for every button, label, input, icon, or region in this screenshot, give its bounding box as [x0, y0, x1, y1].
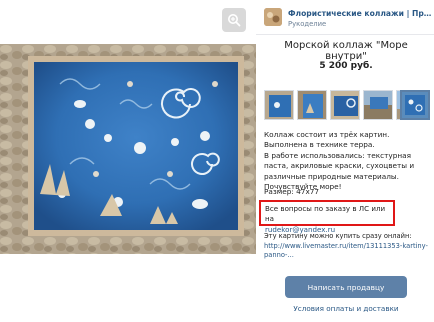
thumbnail-1[interactable]: [264, 90, 294, 120]
buy-online-note: Эту картину можно купить сразу онлайн: h…: [264, 232, 430, 261]
product-description: Коллаж состоит из трёх картин. Выполнена…: [264, 130, 428, 192]
header-divider: [256, 34, 434, 35]
contact-highlight-box: Все вопросы по заказу в ЛС или на rudeko…: [259, 200, 395, 234]
zoom-in-icon: [228, 14, 241, 27]
product-title: Морской коллаж "Море внутри": [284, 40, 408, 62]
product-size: Размер: 47х77: [264, 187, 320, 196]
zoom-button[interactable]: [222, 8, 246, 32]
image-viewer: [0, 0, 256, 322]
payment-terms-link[interactable]: Условия оплаты и доставки: [264, 304, 428, 313]
write-seller-button[interactable]: Написать продавцу: [285, 276, 407, 298]
contact-text: Все вопросы по заказу в ЛС или на: [265, 204, 386, 224]
product-photo[interactable]: [0, 44, 256, 254]
buy-online-text: Эту картину можно купить сразу онлайн:: [264, 232, 412, 240]
product-price: 5 200 руб.: [319, 61, 373, 71]
thumbnail-3[interactable]: [330, 90, 360, 120]
thumbnail-6-selected[interactable]: [400, 90, 430, 120]
thumbnail-4[interactable]: [363, 90, 393, 120]
description-paragraph-2: В работе использовались: текстурная паст…: [264, 150, 415, 181]
shop-avatar[interactable]: [264, 8, 282, 26]
livemaster-link[interactable]: http://www.livemaster.ru/item/13111353-k…: [264, 242, 430, 261]
shop-category: Рукоделие: [288, 20, 327, 28]
thumbnail-strip: [264, 90, 434, 126]
product-info-panel: Флористические коллажи | Предметы интерь…: [256, 0, 434, 322]
shop-name-link[interactable]: Флористические коллажи | Предметы интерь…: [288, 9, 434, 18]
thumbnail-2[interactable]: [297, 90, 327, 120]
description-paragraph-1: Коллаж состоит из трёх картин. Выполнена…: [264, 130, 390, 150]
shop-header: Флористические коллажи | Предметы интерь…: [264, 6, 434, 32]
